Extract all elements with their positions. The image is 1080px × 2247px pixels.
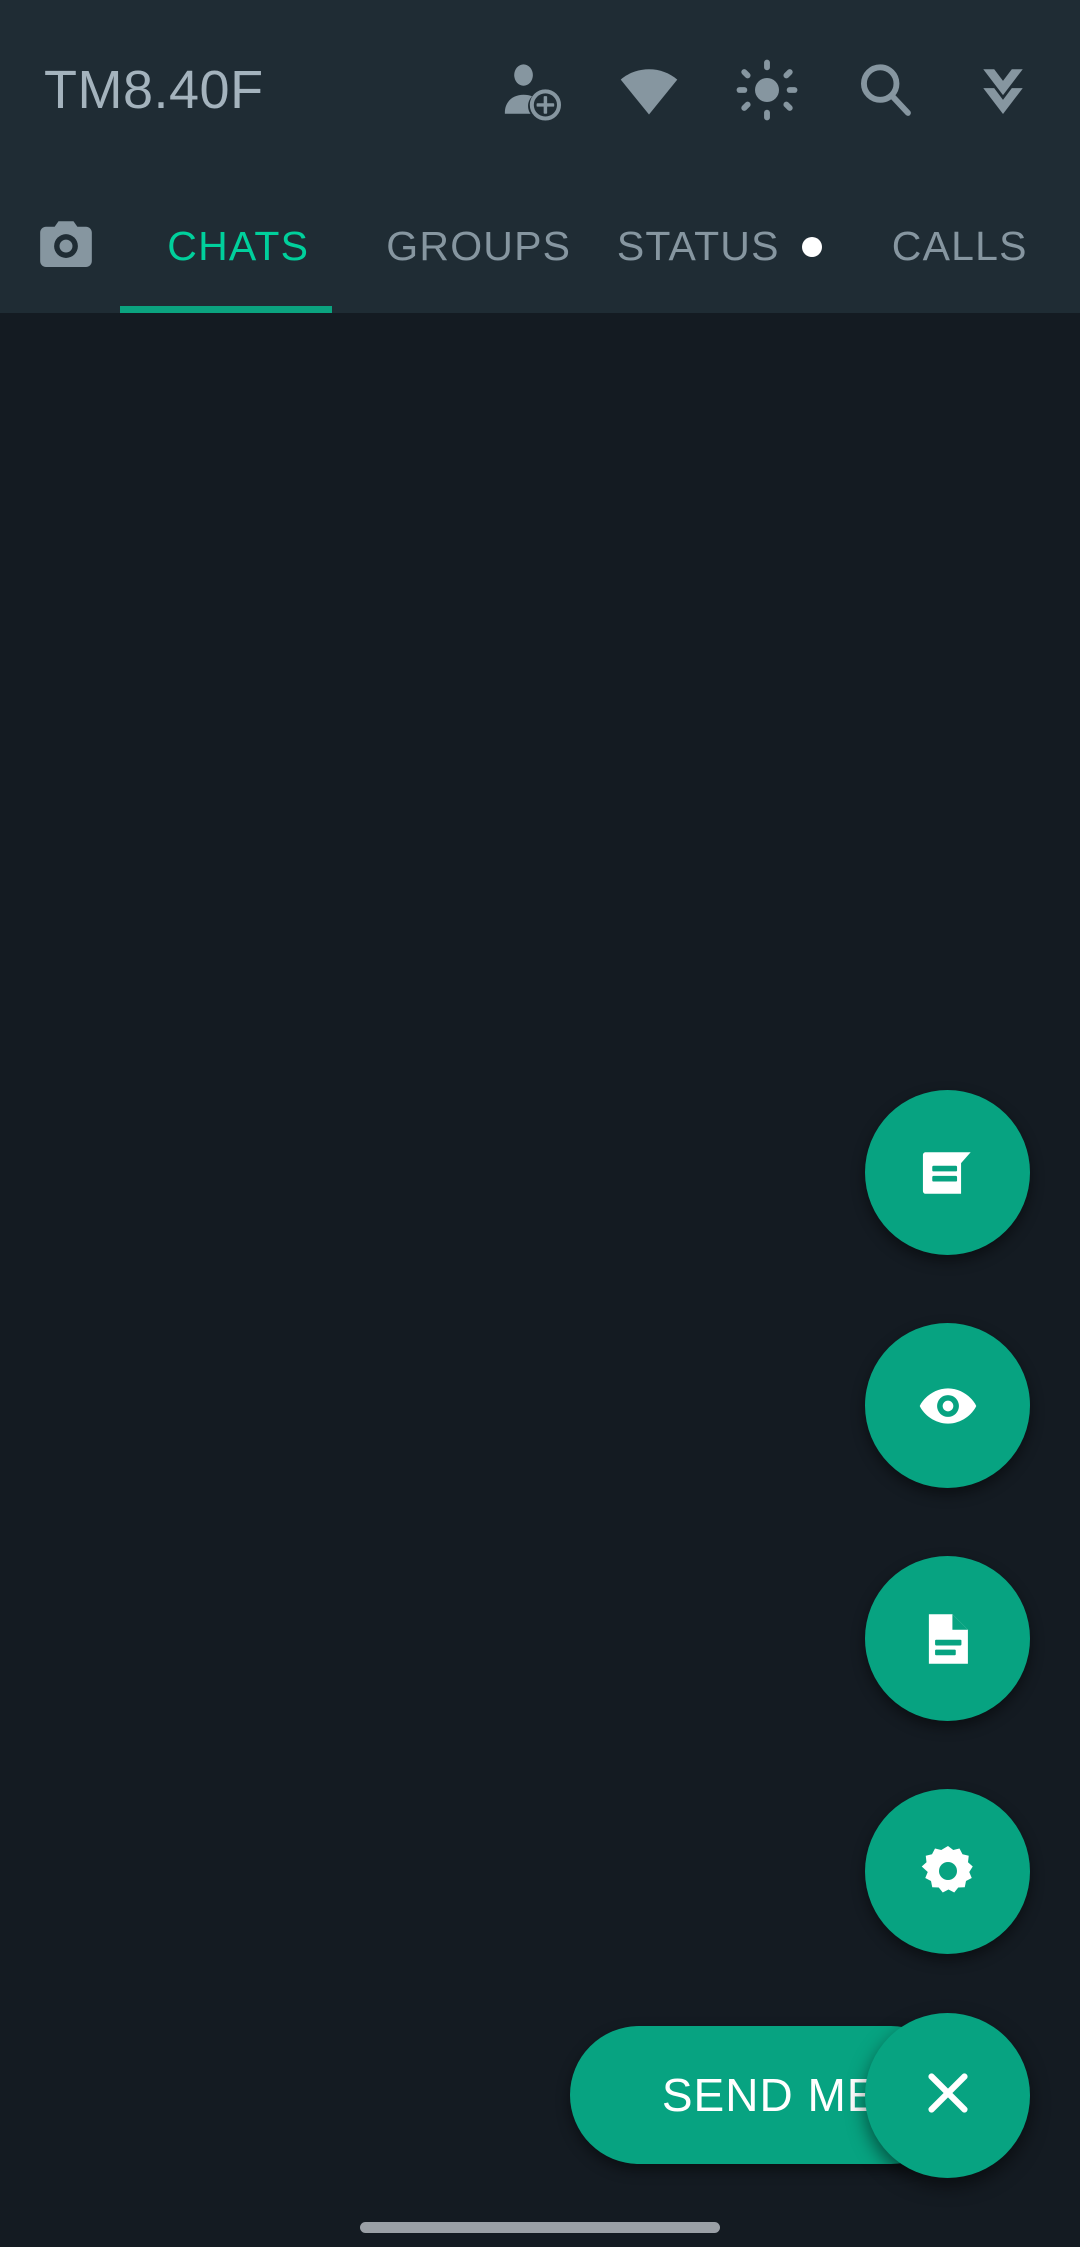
chat-list-empty-area bbox=[0, 313, 1080, 2247]
tab-calls[interactable]: CALLS bbox=[840, 180, 1080, 313]
status-badge-dot bbox=[801, 236, 822, 257]
add-person-button[interactable] bbox=[472, 0, 590, 180]
active-tab-indicator bbox=[120, 306, 332, 313]
fab-document[interactable] bbox=[865, 1556, 1030, 1721]
wifi-icon bbox=[617, 58, 681, 122]
add-person-icon bbox=[499, 58, 563, 122]
gear-icon bbox=[918, 1842, 978, 1902]
app-screen: TM8.40F CHATS GROUPS STATUS CALLS SEND M… bbox=[0, 0, 1080, 2247]
wifi-button[interactable] bbox=[590, 0, 708, 180]
tab-chats-label: CHATS bbox=[167, 223, 310, 269]
more-options-button[interactable] bbox=[944, 0, 1062, 180]
search-button[interactable] bbox=[826, 0, 944, 180]
app-bar: TM8.40F bbox=[0, 0, 1080, 180]
double-chevron-down-icon bbox=[971, 58, 1035, 122]
home-indicator[interactable] bbox=[360, 2222, 720, 2233]
close-icon bbox=[919, 2064, 977, 2127]
tab-calls-label: CALLS bbox=[891, 223, 1028, 269]
eye-icon bbox=[916, 1374, 980, 1438]
fab-view[interactable] bbox=[865, 1323, 1030, 1488]
tab-chats[interactable]: CHATS bbox=[118, 180, 359, 313]
tab-status-label: STATUS bbox=[616, 223, 780, 269]
tab-groups[interactable]: GROUPS bbox=[359, 180, 600, 313]
app-bar-actions bbox=[472, 0, 1062, 180]
camera-icon bbox=[35, 213, 97, 280]
tab-groups-label: GROUPS bbox=[386, 223, 572, 269]
tab-status[interactable]: STATUS bbox=[599, 180, 840, 313]
message-icon bbox=[916, 1141, 980, 1205]
search-icon bbox=[853, 58, 917, 122]
close-speed-dial-button[interactable] bbox=[865, 2013, 1030, 2178]
tab-list: CHATS GROUPS STATUS CALLS bbox=[118, 180, 1080, 313]
tab-bar: CHATS GROUPS STATUS CALLS bbox=[0, 180, 1080, 313]
brightness-button[interactable] bbox=[708, 0, 826, 180]
fab-settings[interactable] bbox=[865, 1789, 1030, 1954]
page-title: TM8.40F bbox=[44, 60, 264, 120]
camera-tab-button[interactable] bbox=[0, 180, 118, 313]
document-icon bbox=[917, 1608, 979, 1670]
brightness-icon bbox=[735, 58, 799, 122]
fab-message[interactable] bbox=[865, 1090, 1030, 1255]
